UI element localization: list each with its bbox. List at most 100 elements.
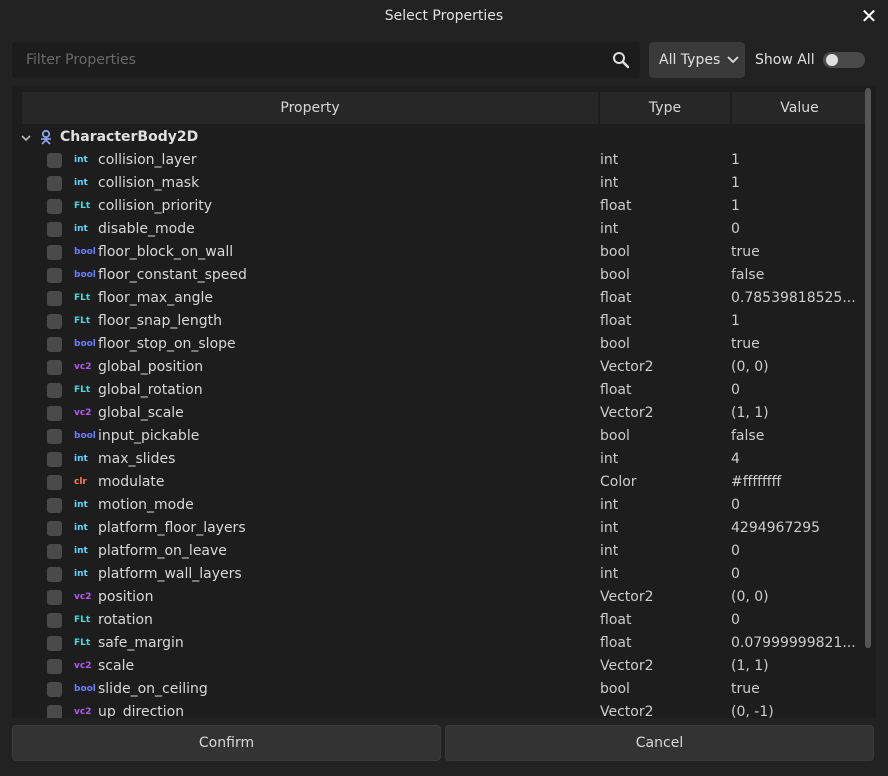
- row-checkbox[interactable]: [47, 291, 62, 306]
- table-row[interactable]: vc2 scale Vector2 (1, 1): [12, 655, 862, 678]
- property-name: scale: [98, 658, 135, 674]
- property-value: 4294967295: [731, 520, 821, 536]
- table-row[interactable]: int platform_wall_layers int 0: [12, 563, 862, 586]
- table-row[interactable]: vc2 global_scale Vector2 (1, 1): [12, 402, 862, 425]
- toggle-knob: [826, 54, 838, 66]
- row-checkbox[interactable]: [47, 475, 62, 490]
- row-checkbox[interactable]: [47, 222, 62, 237]
- table-row[interactable]: int collision_layer int 1: [12, 149, 862, 172]
- property-name: platform_floor_layers: [98, 520, 246, 536]
- row-checkbox[interactable]: [47, 636, 62, 651]
- property-type: float: [600, 313, 632, 329]
- row-checkbox[interactable]: [47, 153, 62, 168]
- property-name: platform_on_leave: [98, 543, 227, 559]
- table-row[interactable]: FLt global_rotation float 0: [12, 379, 862, 402]
- table-row[interactable]: FLt rotation float 0: [12, 609, 862, 632]
- row-checkbox[interactable]: [47, 199, 62, 214]
- property-value: true: [731, 244, 760, 260]
- property-name: input_pickable: [98, 428, 200, 444]
- row-checkbox[interactable]: [47, 176, 62, 191]
- bool-type-icon: bool: [74, 431, 96, 441]
- row-checkbox[interactable]: [47, 544, 62, 559]
- row-checkbox[interactable]: [47, 383, 62, 398]
- row-checkbox[interactable]: [47, 314, 62, 329]
- row-checkbox[interactable]: [47, 429, 62, 444]
- table-header: Property Type Value: [22, 92, 867, 124]
- int-type-icon: int: [74, 523, 88, 533]
- type-filter-dropdown[interactable]: All Types: [649, 42, 745, 78]
- property-type: int: [600, 175, 619, 191]
- header-type[interactable]: Type: [600, 92, 730, 124]
- int-type-icon: int: [74, 546, 88, 556]
- row-checkbox[interactable]: [47, 268, 62, 283]
- table-row[interactable]: bool floor_block_on_wall bool true: [12, 241, 862, 264]
- row-checkbox[interactable]: [47, 613, 62, 628]
- table-row[interactable]: int max_slides int 4: [12, 448, 862, 471]
- int-type-icon: int: [74, 500, 88, 510]
- table-row[interactable]: vc2 global_position Vector2 (0, 0): [12, 356, 862, 379]
- table-row[interactable]: int disable_mode int 0: [12, 218, 862, 241]
- table-row[interactable]: clr modulate Color #ffffffff: [12, 471, 862, 494]
- table-row[interactable]: bool floor_constant_speed bool false: [12, 264, 862, 287]
- table-row[interactable]: bool slide_on_ceiling bool true: [12, 678, 862, 701]
- row-checkbox[interactable]: [47, 452, 62, 467]
- header-value[interactable]: Value: [732, 92, 867, 124]
- table-row[interactable]: int platform_floor_layers int 4294967295: [12, 517, 862, 540]
- property-type: Vector2: [600, 359, 654, 375]
- table-row[interactable]: int collision_mask int 1: [12, 172, 862, 195]
- table-row[interactable]: FLt safe_margin float 0.07999999821...: [12, 632, 862, 655]
- row-checkbox[interactable]: [47, 406, 62, 421]
- row-checkbox[interactable]: [47, 521, 62, 536]
- show-all-toggle[interactable]: [823, 52, 865, 68]
- property-type: bool: [600, 336, 630, 352]
- table-row[interactable]: int motion_mode int 0: [12, 494, 862, 517]
- row-checkbox[interactable]: [47, 590, 62, 605]
- row-checkbox[interactable]: [47, 337, 62, 352]
- cancel-button[interactable]: Cancel: [445, 725, 874, 761]
- property-type: Vector2: [600, 704, 654, 718]
- table-row[interactable]: FLt floor_max_angle float 0.78539818525...: [12, 287, 862, 310]
- property-value: false: [731, 428, 765, 444]
- table-row[interactable]: bool floor_stop_on_slope bool true: [12, 333, 862, 356]
- property-value: 0: [731, 221, 740, 237]
- bool-type-icon: bool: [74, 339, 96, 349]
- confirm-button[interactable]: Confirm: [12, 725, 441, 761]
- table-row[interactable]: bool input_pickable bool false: [12, 425, 862, 448]
- group-row-characterbody2d[interactable]: CharacterBody2D: [12, 126, 852, 149]
- int-type-icon: int: [74, 178, 88, 188]
- row-checkbox[interactable]: [47, 682, 62, 697]
- property-value: 0: [731, 497, 740, 513]
- row-checkbox[interactable]: [47, 567, 62, 582]
- property-value: 1: [731, 175, 740, 191]
- property-name: up_direction: [98, 704, 185, 718]
- table-row[interactable]: vc2 position Vector2 (0, 0): [12, 586, 862, 609]
- table-row[interactable]: FLt floor_snap_length float 1: [12, 310, 862, 333]
- row-checkbox[interactable]: [47, 498, 62, 513]
- row-checkbox[interactable]: [47, 360, 62, 375]
- row-checkbox[interactable]: [47, 245, 62, 260]
- property-type: int: [600, 497, 619, 513]
- property-type: int: [600, 543, 619, 559]
- property-type: int: [600, 221, 619, 237]
- property-name: position: [98, 589, 154, 605]
- header-property[interactable]: Property: [22, 92, 598, 124]
- chevron-down-icon[interactable]: [20, 132, 32, 144]
- int-type-icon: int: [74, 224, 88, 234]
- vc2-type-icon: vc2: [74, 362, 92, 372]
- table-row[interactable]: int platform_on_leave int 0: [12, 540, 862, 563]
- int-type-icon: int: [74, 454, 88, 464]
- clr-type-icon: clr: [74, 477, 87, 487]
- property-value: 0.07999999821...: [731, 635, 855, 651]
- bool-type-icon: bool: [74, 684, 96, 694]
- property-value: (0, 0): [731, 359, 769, 375]
- row-checkbox[interactable]: [47, 705, 62, 718]
- scrollbar[interactable]: [865, 88, 871, 648]
- row-checkbox[interactable]: [47, 659, 62, 674]
- property-value: false: [731, 267, 765, 283]
- filter-properties-input[interactable]: [12, 42, 602, 78]
- search-icon[interactable]: [612, 51, 630, 69]
- table-row[interactable]: FLt collision_priority float 1: [12, 195, 862, 218]
- close-icon[interactable]: ✕: [858, 5, 880, 27]
- flt-type-icon: FLt: [74, 385, 91, 395]
- table-row[interactable]: vc2 up_direction Vector2 (0, -1): [12, 701, 862, 718]
